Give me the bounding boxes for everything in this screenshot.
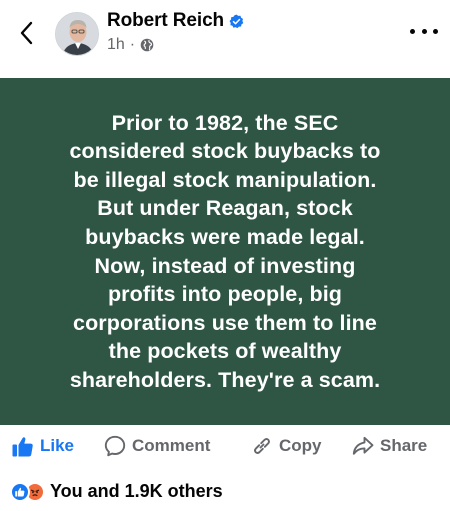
post-text-card[interactable]: Prior to 1982, the SEC considered stock … bbox=[0, 78, 450, 425]
more-dot bbox=[421, 28, 427, 34]
like-button[interactable]: Like bbox=[12, 436, 74, 457]
comment-button[interactable]: Comment bbox=[104, 435, 210, 457]
copy-button[interactable]: Copy bbox=[251, 435, 322, 457]
back-button[interactable] bbox=[14, 20, 38, 46]
avatar-image bbox=[56, 13, 98, 55]
share-button[interactable]: Share bbox=[352, 436, 427, 456]
verified-badge-icon bbox=[229, 14, 244, 29]
like-label: Like bbox=[40, 436, 75, 455]
post-actions-bar: Like Comment Copy Share bbox=[0, 425, 450, 467]
share-label: Share bbox=[380, 436, 428, 455]
like-reaction-icon bbox=[10, 481, 30, 502]
share-arrow-icon bbox=[352, 436, 374, 455]
meta-separator: · bbox=[129, 36, 136, 53]
comment-bubble-icon bbox=[104, 435, 126, 457]
author-name[interactable]: Robert Reich bbox=[107, 10, 224, 32]
globe-icon bbox=[140, 38, 154, 52]
thumbs-up-icon bbox=[12, 436, 33, 456]
more-options-button[interactable] bbox=[410, 24, 438, 38]
post-meta: 1h · bbox=[107, 36, 154, 54]
author-row: Robert Reich bbox=[107, 10, 244, 32]
reactions-summary[interactable]: You and 1.9K others bbox=[10, 481, 223, 502]
copy-label: Copy bbox=[279, 436, 322, 455]
reaction-count-text: You and 1.9K others bbox=[50, 481, 223, 501]
more-dot bbox=[433, 28, 438, 34]
post-header: Robert Reich 1h · bbox=[0, 0, 450, 78]
post-time[interactable]: 1h bbox=[107, 36, 125, 54]
more-dot bbox=[410, 28, 415, 34]
link-icon bbox=[254, 438, 270, 454]
chevron-left-icon bbox=[20, 21, 33, 45]
comment-label: Comment bbox=[132, 436, 211, 455]
avatar[interactable] bbox=[55, 12, 99, 56]
post-text: Prior to 1982, the SEC considered stock … bbox=[69, 110, 381, 392]
